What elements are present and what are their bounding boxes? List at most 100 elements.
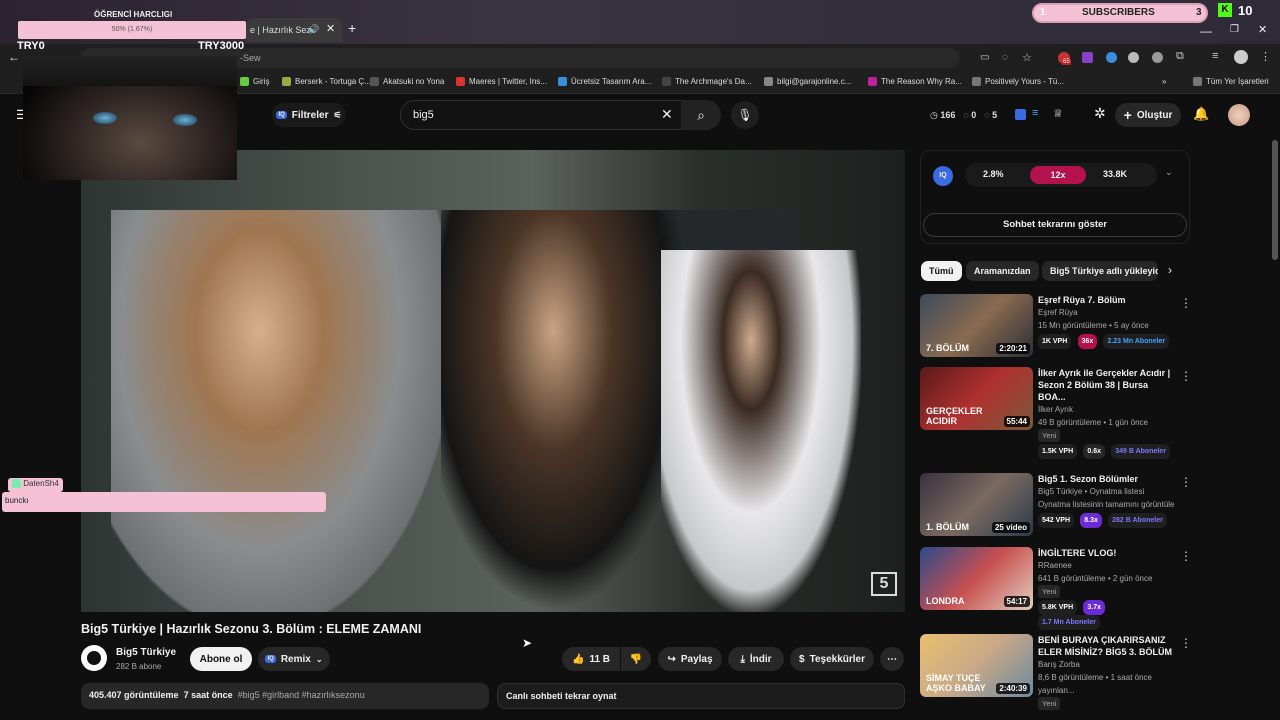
rec-channel[interactable]: Eşref Rüya <box>1038 306 1176 319</box>
bookmark-item[interactable]: Akatsuki no Yona <box>370 77 444 86</box>
bookmarks-more-icon[interactable]: » <box>1162 77 1166 86</box>
rec-menu-icon[interactable]: ⋮ <box>1180 549 1192 563</box>
rec-menu-icon[interactable]: ⋮ <box>1180 369 1192 383</box>
cast-icon[interactable]: ▭ <box>980 52 989 63</box>
profile-avatar[interactable] <box>1234 50 1248 64</box>
rec-thumb-text: LONDRA <box>926 596 965 606</box>
bookmark-item[interactable]: Berserk - Tortuga Ç... <box>282 77 371 86</box>
iq-extension-icon[interactable] <box>1015 109 1026 120</box>
extension-icon-5[interactable] <box>1152 52 1163 63</box>
bookmark-item[interactable]: Maeres | Twitter, Ins... <box>456 77 547 86</box>
tab-audio-icon[interactable]: 🔊 <box>308 24 319 35</box>
rec-channel[interactable]: İlker Ayrık <box>1038 403 1176 416</box>
rec-menu-icon[interactable]: ⋮ <box>1180 296 1192 310</box>
back-icon[interactable]: ← <box>8 50 20 64</box>
bookmark-label: Akatsuki no Yona <box>383 77 445 86</box>
download-button[interactable]: ⤓ İndir <box>728 647 784 671</box>
extension-icon-3[interactable] <box>1106 52 1117 63</box>
filters-button[interactable]: IQ Filtreler ⚟ <box>272 103 346 127</box>
rec-thumbnail[interactable]: SİMAY TUÇE AŞKO BABAY 2:40:39 <box>920 634 1033 697</box>
rec-thumb-text: SİMAY TUÇE AŞKO BABAY <box>926 673 986 693</box>
bookmark-item[interactable]: Positively Yours - Tü... <box>972 77 1064 86</box>
star-icon[interactable]: ☆ <box>1022 51 1032 64</box>
browser-menu-icon[interactable]: ⋮ <box>1260 50 1271 63</box>
download-label: İndir <box>749 653 772 665</box>
recommendation-item[interactable]: SİMAY TUÇE AŞKO BABAY 2:40:39 BENİ BURAY… <box>920 634 1192 710</box>
bookmark-item[interactable]: Giriş <box>240 77 269 86</box>
more-actions-button[interactable]: ⋯ <box>880 647 904 671</box>
recommendation-item[interactable]: GERÇEKLER ACIDIR 55:44 İlker Ayrık ile G… <box>920 367 1192 459</box>
rec-thumbnail[interactable]: 1. BÖLÜM 25 video <box>920 473 1033 536</box>
iq-expand-icon[interactable]: ⌄ <box>1165 167 1173 178</box>
rec-title[interactable]: İNGİLTERE VLOG! <box>1038 547 1176 559</box>
minimize-icon[interactable]: — <box>1200 24 1212 38</box>
rec-subs: 1.7 Mn Aboneler <box>1038 615 1100 630</box>
chip-next-icon[interactable]: › <box>1168 263 1172 277</box>
show-chat-replay-button[interactable]: Sohbet tekrarını göster <box>923 213 1187 237</box>
like-button[interactable]: 👍 11 B <box>562 647 620 671</box>
rec-title[interactable]: Eşref Rüya 7. Bölüm <box>1038 294 1176 306</box>
rec-channel[interactable]: RRaenee <box>1038 559 1176 572</box>
recommendation-item[interactable]: 1. BÖLÜM 25 video Big5 1. Sezon Bölümler… <box>920 473 1192 543</box>
bookmark-item[interactable]: The Reason Why Ra... <box>868 77 962 86</box>
rec-subs: 349 B Aboneler <box>1111 444 1170 459</box>
dislike-button[interactable]: 👎 <box>621 647 651 671</box>
chip-uploader[interactable]: Big5 Türkiye adlı yükleyici <box>1042 261 1158 281</box>
chip-all[interactable]: Tümü <box>921 261 962 281</box>
trophy-icon[interactable]: ♕ <box>1053 107 1063 120</box>
bookmark-item[interactable]: The Archmage's Da... <box>662 77 752 86</box>
new-tab-icon[interactable]: + <box>348 20 356 36</box>
close-window-icon[interactable]: ✕ <box>1258 23 1267 36</box>
bookmark-item[interactable]: Ücretsiz Tasarım Ara... <box>558 77 651 86</box>
remix-button[interactable]: IQ Remix ⌄ <box>258 647 330 671</box>
bookmark-item[interactable]: bilgi@garajonline.c... <box>764 77 851 86</box>
rec-thumbnail[interactable]: LONDRA 54:17 <box>920 547 1033 610</box>
video-player[interactable]: rpers 5 <box>81 150 905 612</box>
rec-channel[interactable]: Barış Zorba <box>1038 658 1176 671</box>
chevron-down-icon: ⌄ <box>315 654 323 664</box>
bookmark-label: Tüm Yer İşaretleri <box>1206 77 1269 86</box>
hashtags[interactable]: #big5 #girlband #hazırlıksezonu <box>238 690 365 700</box>
recommendation-item[interactable]: LONDRA 54:17 İNGİLTERE VLOG! RRaenee 641… <box>920 547 1192 630</box>
subscribe-button[interactable]: Abone ol <box>190 647 252 671</box>
extension-icon-2[interactable] <box>1082 52 1093 63</box>
channel-avatar[interactable] <box>81 645 107 671</box>
create-button[interactable]: + Oluştur <box>1115 103 1181 127</box>
clear-search-icon[interactable]: ✕ <box>661 106 673 123</box>
puzzle-icon[interactable]: ⧉ <box>1176 50 1184 63</box>
maximize-icon[interactable]: ❐ <box>1230 24 1239 35</box>
rec-channel[interactable]: Big5 Türkiye • Oynatma listesi <box>1038 485 1176 498</box>
description-box[interactable]: 405.407 görüntüleme 7 saat önce #big5 #g… <box>81 683 489 709</box>
recommendation-item[interactable]: 7. BÖLÜM 2:20:21 Eşref Rüya 7. Bölüm Eşr… <box>920 294 1192 364</box>
account-avatar[interactable] <box>1228 104 1250 126</box>
thanks-button[interactable]: $ Teşekkürler <box>790 647 874 671</box>
share-button[interactable]: ↪ Paylaş <box>658 647 722 671</box>
rec-title[interactable]: İlker Ayrık ile Gerçekler Acıdır | Sezon… <box>1038 367 1176 403</box>
rec-title[interactable]: BENİ BURAYA ÇIKARIRSANIZ ELER MİSİNİZ? B… <box>1038 634 1176 658</box>
media-icon[interactable]: ≡ <box>1212 50 1218 62</box>
rec-title[interactable]: Big5 1. Sezon Bölümler <box>1038 473 1176 485</box>
bell-icon[interactable]: 🔔 <box>1193 106 1209 122</box>
mic-button[interactable]: 🎙 <box>731 101 759 129</box>
rec-thumbnail[interactable]: 7. BÖLÜM 2:20:21 <box>920 294 1033 357</box>
list-icon[interactable]: ≡ <box>1032 107 1038 119</box>
view-count: 405.407 görüntüleme <box>89 690 179 700</box>
rec-ratio: 3.7x <box>1083 600 1105 615</box>
extension-icon-4[interactable] <box>1128 52 1139 63</box>
chat-replay-box[interactable]: Canlı sohbeti tekrar oynat <box>497 683 905 709</box>
bookmark-item[interactable]: Tüm Yer İşaretleri <box>1193 77 1269 86</box>
search-input[interactable]: big5 <box>413 109 434 121</box>
tab-close-icon[interactable]: ✕ <box>326 22 335 35</box>
channel-name[interactable]: Big5 Türkiye <box>116 647 176 658</box>
rec-menu-icon[interactable]: ⋮ <box>1180 475 1192 489</box>
chip-from-search[interactable]: Aramanızdan <box>966 261 1039 281</box>
rec-duration: 2:40:39 <box>996 683 1030 694</box>
gear-icon[interactable]: ✲ <box>1094 105 1106 122</box>
search-button[interactable]: ⌕ <box>681 100 721 130</box>
rec-menu-icon[interactable]: ⋮ <box>1180 636 1192 650</box>
rec-thumbnail[interactable]: GERÇEKLER ACIDIR 55:44 <box>920 367 1033 430</box>
filters-label: Filtreler <box>291 109 329 121</box>
eye-off-icon[interactable]: ◌ <box>1002 52 1008 63</box>
scrollbar-thumb[interactable] <box>1272 140 1278 260</box>
sliders-icon: ⚟ <box>333 109 342 120</box>
